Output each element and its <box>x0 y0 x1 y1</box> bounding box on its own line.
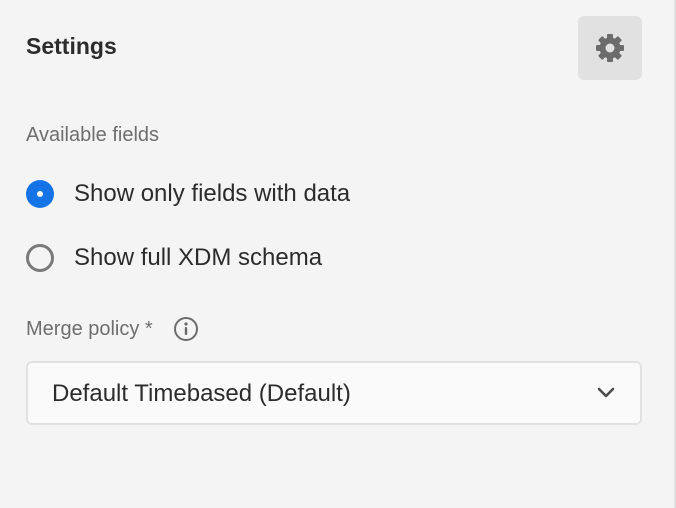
available-fields-label: Available fields <box>26 124 160 146</box>
radio-show-full-xdm-schema[interactable]: Show full XDM schema <box>26 244 322 272</box>
radio-button-unselected[interactable] <box>26 244 54 272</box>
radio-label: Show only fields with data <box>74 180 351 207</box>
radio-button-selected[interactable] <box>26 180 54 208</box>
radio-label: Show full XDM schema <box>74 244 323 271</box>
merge-policy-label: Merge policy * <box>26 317 153 340</box>
merge-policy-selected-value: Default Timebased (Default) <box>52 380 351 407</box>
panel-title: Settings <box>26 33 117 59</box>
settings-button[interactable] <box>578 16 642 80</box>
merge-policy-dropdown[interactable]: Default Timebased (Default) <box>26 361 642 425</box>
gear-icon <box>596 34 624 62</box>
info-icon[interactable] <box>173 316 199 342</box>
radio-show-fields-with-data[interactable]: Show only fields with data <box>26 180 350 208</box>
chevron-down-icon <box>597 387 615 398</box>
merge-policy-label-row: Merge policy * <box>26 316 199 342</box>
